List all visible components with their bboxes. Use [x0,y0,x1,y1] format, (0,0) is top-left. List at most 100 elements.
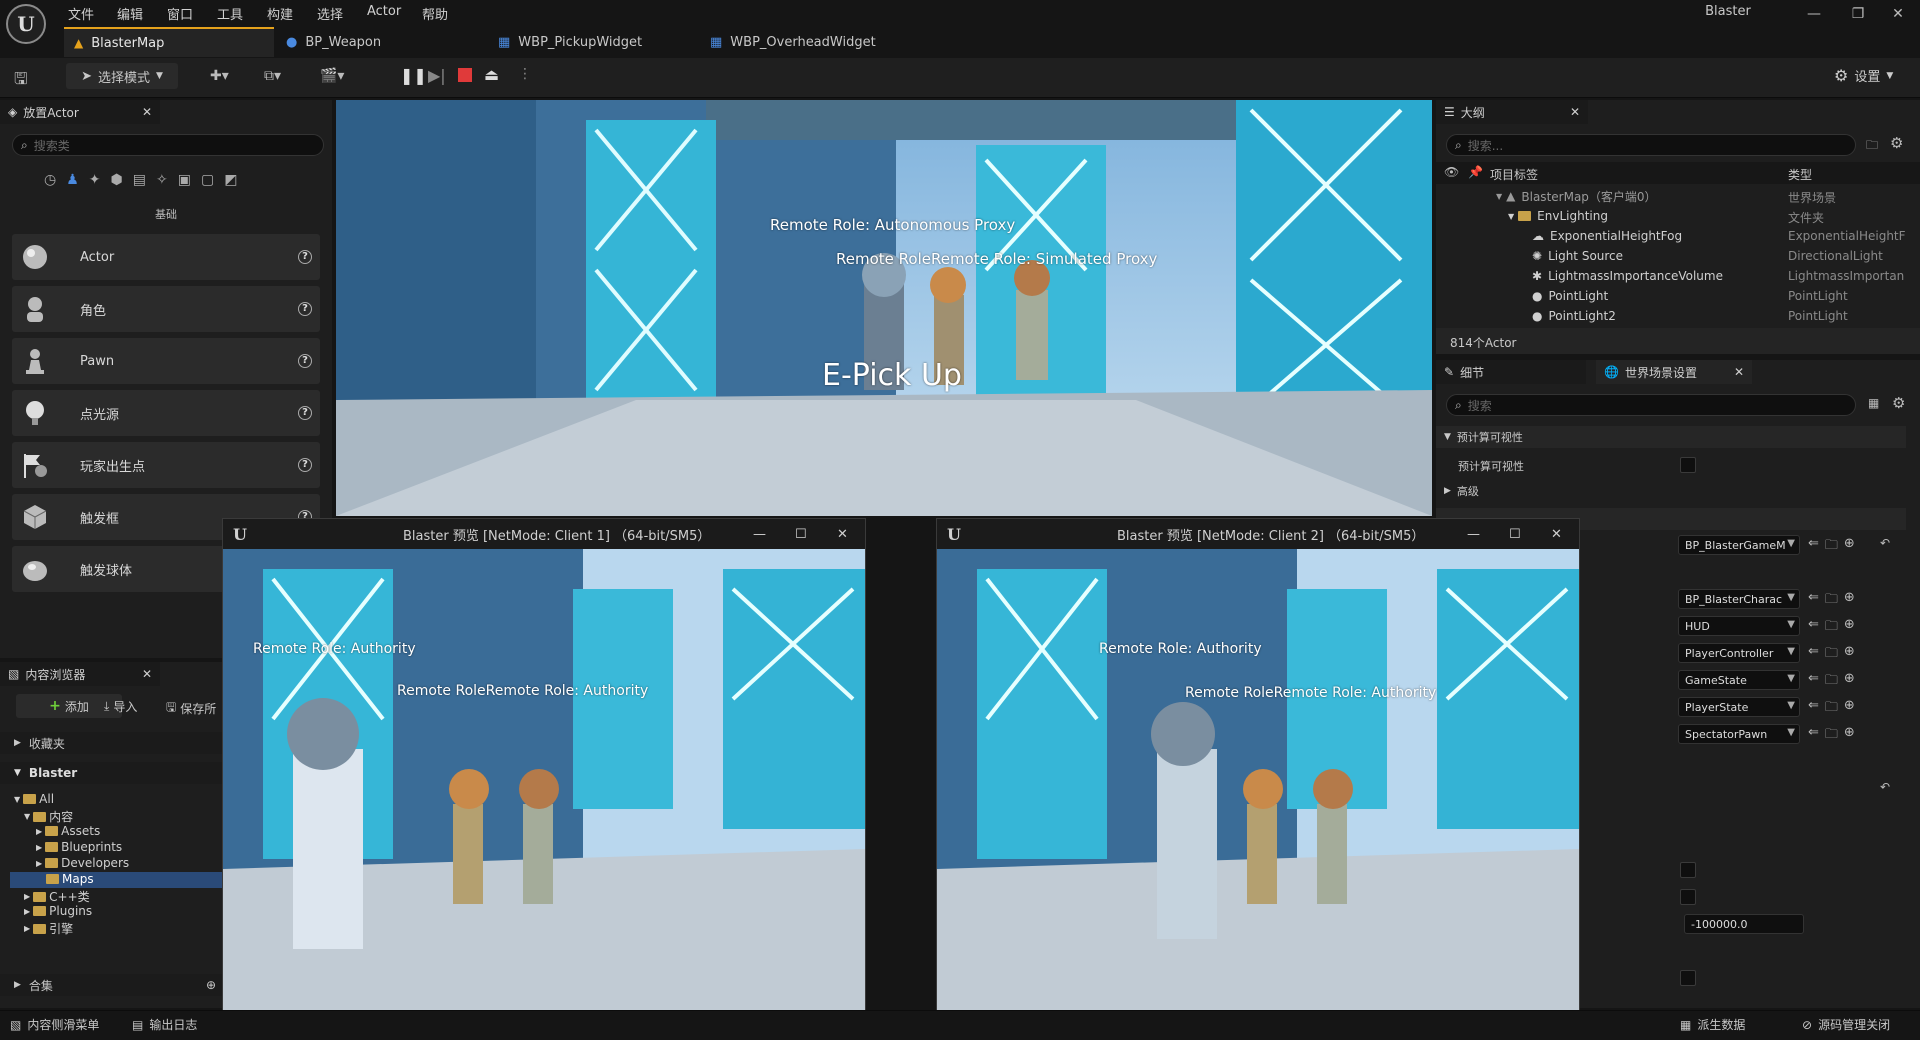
world-settings-tab[interactable]: 🌐 世界场景设置 ✕ [1596,360,1752,384]
browse-icon[interactable]: 🗀 [1825,590,1838,612]
help-icon[interactable]: ? [298,302,312,316]
stop-icon[interactable] [458,68,472,82]
help-icon[interactable]: ? [298,354,312,368]
project-section[interactable]: ▼ Blaster [0,762,222,784]
menu-tools[interactable]: 工具 [217,4,243,23]
minimize-icon[interactable]: — [1467,527,1480,542]
tree-item-maps[interactable]: Maps [46,872,94,886]
browse-icon[interactable]: 🗀 [1825,725,1838,747]
back-arrow-icon[interactable]: ⇐ [1808,590,1819,612]
kill-z-input[interactable]: -100000.0 [1684,914,1804,934]
close-icon[interactable]: ✕ [1734,365,1744,379]
cinematic-category-icon[interactable]: ▤ [133,172,146,188]
derived-data-button[interactable]: ▦ 派生数据 [1680,1016,1745,1033]
select-mode-button[interactable]: ➤ 选择模式 ▼ [66,63,178,89]
gear-icon[interactable]: ⚙ [1892,394,1905,412]
blueprint-menu-icon[interactable]: ⧉▾ [264,68,281,84]
player-controller-dropdown[interactable]: PlayerController ▼ [1678,643,1800,663]
preview-title-bar[interactable]: U Blaster 预览 [NetMode: Client 2] （64-bit… [937,519,1579,549]
add-icon[interactable]: ⊕ [1844,644,1855,666]
tree-item-developers[interactable]: ▶ Developers [36,856,129,870]
close-icon[interactable]: ✕ [1551,527,1562,542]
add-actor-icon[interactable]: ✚▾ [210,68,229,84]
back-arrow-icon[interactable]: ⇐ [1808,617,1819,639]
settings-button[interactable]: ⚙ 设置 ▼ [1834,66,1893,85]
help-icon[interactable]: ? [298,458,312,472]
tab-wbp-pickupwidget[interactable]: ▦ WBP_PickupWidget [488,27,698,57]
game-mode-dropdown[interactable]: BP_BlasterGameM ▼ [1678,535,1800,555]
pause-icon[interactable]: ❚❚ [400,66,427,85]
visual-effects-icon[interactable]: ✧ [156,172,168,188]
actor-item-player-start[interactable]: 玩家出生点 ? [12,442,320,488]
section-advanced[interactable]: ▶ 高级 [1436,480,1906,502]
output-log-button[interactable]: ▤ 输出日志 [132,1016,197,1033]
back-arrow-icon[interactable]: ⇐ [1808,671,1819,693]
collections-section[interactable]: ▶ 合集 ⊕ [0,974,222,996]
cinematics-icon[interactable]: 🎬▾ [320,68,344,84]
browse-icon[interactable]: 🗀 [1825,644,1838,666]
gear-icon[interactable]: ⚙ [1890,134,1903,152]
property-checkbox[interactable] [1680,889,1696,905]
place-actors-search[interactable]: ⌕ 搜索类 [12,134,324,156]
volumes-icon[interactable]: ▢ [201,172,214,188]
tree-item-content[interactable]: ▼ 内容 [24,808,73,825]
menu-window[interactable]: 窗口 [167,4,193,23]
source-control-button[interactable]: ⊘ 源码管理关闭 [1802,1016,1890,1033]
details-tab[interactable]: ✎ 细节 [1436,360,1586,384]
add-icon[interactable]: ⊕ [1844,590,1855,612]
menu-edit[interactable]: 编辑 [117,4,143,23]
preview-window-client-2[interactable]: U Blaster 预览 [NetMode: Client 2] （64-bit… [936,518,1580,1034]
back-arrow-icon[interactable]: ⇐ [1808,536,1819,558]
pawn-class-dropdown[interactable]: BP_BlasterCharac ▼ [1678,589,1800,609]
reset-icon[interactable]: ↶ [1880,536,1890,550]
browse-icon[interactable]: 🗀 [1825,698,1838,720]
menu-file[interactable]: 文件 [68,4,94,23]
save-icon[interactable]: 🖫 [14,68,28,95]
restore-icon[interactable]: ❐ [1836,2,1880,26]
level-viewport[interactable]: Remote Role: Autonomous Proxy Remote Rol… [336,100,1432,516]
unreal-logo-icon[interactable]: U [6,4,46,44]
add-icon[interactable]: ⊕ [1844,725,1855,747]
reset-icon[interactable]: ↶ [1880,780,1890,794]
close-icon[interactable]: ✕ [1570,105,1580,119]
actor-item-actor[interactable]: Actor ? [12,234,320,280]
all-classes-icon[interactable]: ◩ [224,172,237,188]
add-icon[interactable]: ⊕ [1844,617,1855,639]
menu-actor[interactable]: Actor [367,4,401,19]
tree-item-engine[interactable]: ▶ 引擎 [24,920,73,937]
minimize-icon[interactable]: — [1792,2,1836,26]
close-icon[interactable]: ✕ [142,667,152,681]
back-arrow-icon[interactable]: ⇐ [1808,725,1819,747]
step-icon[interactable]: ▶| [428,66,446,85]
import-button[interactable]: ⤓ 导入 [104,698,137,715]
table-view-icon[interactable]: ▦ [1868,396,1879,410]
section-precomputed-visibility[interactable]: ▼ 预计算可视性 [1436,426,1906,448]
close-window-icon[interactable]: ✕ [1876,2,1920,26]
browse-icon[interactable]: 🗀 [1825,617,1838,639]
actor-item-point-light[interactable]: 点光源 ? [12,390,320,436]
column-item-label[interactable]: 项目标签 [1490,166,1538,183]
outliner-row[interactable]: ▼ ▲ BlasterMap（客户端0） [1442,186,1917,206]
tree-item-all[interactable]: ▼ All [14,792,54,806]
spectator-pawn-dropdown[interactable]: SpectatorPawn ▼ [1678,724,1800,744]
pin-icon[interactable]: 📌 [1468,165,1483,179]
game-state-dropdown[interactable]: GameState ▼ [1678,670,1800,690]
favorites-section[interactable]: ▶ 收藏夹 [0,732,222,754]
recent-icon[interactable]: ◷ [44,172,56,188]
visibility-icon[interactable]: 👁 [1444,165,1459,179]
tree-item-blueprints[interactable]: ▶ Blueprints [36,840,122,854]
lights-category-icon[interactable]: ✦ [89,172,101,188]
outliner-search[interactable]: ⌕ 搜索... [1446,134,1856,156]
browse-icon[interactable]: 🗀 [1825,671,1838,693]
close-icon[interactable]: ✕ [837,527,848,542]
precomputed-visibility-checkbox[interactable] [1680,457,1696,473]
hud-class-dropdown[interactable]: HUD ▼ [1678,616,1800,636]
tree-item-assets[interactable]: ▶ Assets [36,824,100,838]
save-all-button[interactable]: 🖫 保存所 [166,698,216,719]
back-arrow-icon[interactable]: ⇐ [1808,644,1819,666]
actor-item-character[interactable]: 角色 ? [12,286,320,332]
basic-category-icon[interactable]: ♟ [66,172,79,188]
outliner-tab[interactable]: ☰ 大纲 ✕ [1436,100,1588,124]
menu-select[interactable]: 选择 [317,4,343,23]
add-icon[interactable]: ⊕ [1844,536,1855,558]
